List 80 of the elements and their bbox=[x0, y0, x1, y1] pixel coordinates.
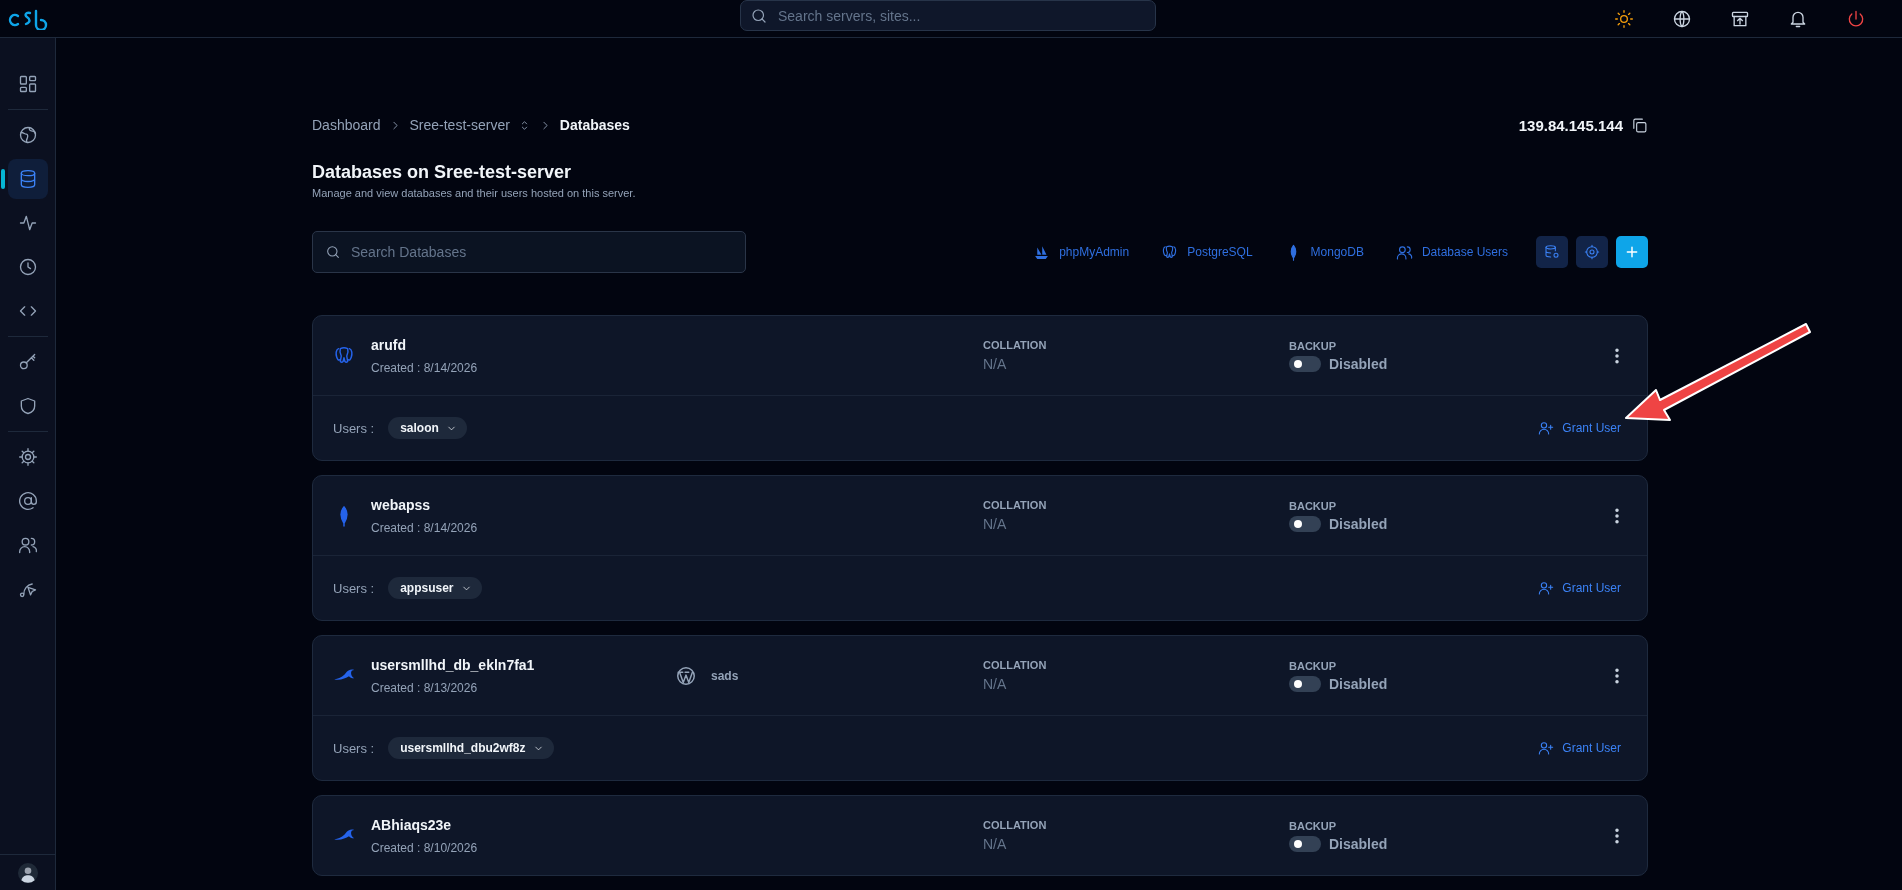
copy-icon[interactable] bbox=[1631, 116, 1648, 134]
backup-status: Disabled bbox=[1329, 675, 1388, 692]
collation-value: N/A bbox=[983, 516, 1008, 532]
collation-label: COLLATION bbox=[983, 659, 1048, 671]
backup-toggle[interactable] bbox=[1289, 835, 1321, 852]
database-name: usersmllhd_db_ekln7fa1 bbox=[371, 656, 535, 673]
sun-icon[interactable] bbox=[1614, 8, 1634, 29]
tool-link[interactable]: Database Users bbox=[1395, 243, 1508, 261]
database-gear-icon bbox=[1544, 244, 1560, 260]
collation-value: N/A bbox=[983, 836, 1008, 852]
users-icon bbox=[1395, 243, 1413, 261]
database-name: webapss bbox=[371, 496, 432, 513]
created-date: Created : 8/13/2026 bbox=[371, 680, 479, 695]
backup-label: BACKUP bbox=[1289, 339, 1338, 352]
tool-link[interactable]: MongoDB bbox=[1284, 243, 1364, 261]
user-dropdown[interactable]: saloon bbox=[388, 417, 467, 439]
dashboard-icon bbox=[17, 74, 38, 94]
site-name: sads bbox=[711, 668, 739, 683]
backup-status: Disabled bbox=[1329, 835, 1388, 852]
avatar[interactable] bbox=[17, 863, 38, 883]
search-field[interactable]: Search servers, sites... bbox=[740, 0, 1156, 31]
backup-label: BACKUP bbox=[1289, 659, 1338, 672]
users-label: Users : bbox=[333, 740, 375, 756]
search-field[interactable]: Search Databases bbox=[312, 231, 746, 273]
page-title: Databases on Sree-test-server bbox=[312, 162, 573, 183]
backup-status: Disabled bbox=[1329, 355, 1388, 372]
wordpress-icon bbox=[675, 664, 697, 687]
user-dropdown[interactable]: appsuser bbox=[388, 577, 482, 599]
created-date: Created : 8/14/2026 bbox=[371, 360, 478, 375]
add-button[interactable] bbox=[1616, 236, 1648, 268]
activity-icon bbox=[17, 213, 38, 233]
collation-label: COLLATION bbox=[983, 339, 1048, 351]
collation-value: N/A bbox=[983, 676, 1008, 692]
key-icon bbox=[17, 352, 38, 372]
collation-value: N/A bbox=[983, 356, 1008, 372]
power-icon[interactable] bbox=[1846, 8, 1866, 29]
backup-label: BACKUP bbox=[1289, 819, 1338, 832]
ip-address: 139.84.145.144 bbox=[1518, 116, 1623, 134]
backup-toggle[interactable] bbox=[1289, 515, 1321, 532]
grant-user-link[interactable]: Grant User bbox=[1538, 420, 1621, 436]
settings-icon bbox=[1584, 244, 1600, 260]
user-dropdown[interactable]: usersmllhd_dbu2wf8z bbox=[388, 737, 554, 759]
elephant-icon bbox=[1161, 243, 1179, 261]
database-name: arufd bbox=[371, 336, 407, 353]
user-plus-icon bbox=[1538, 580, 1555, 596]
globe-icon[interactable] bbox=[1672, 8, 1692, 29]
backup-toggle[interactable] bbox=[1289, 675, 1321, 692]
users-label: Users : bbox=[333, 420, 375, 436]
search-icon bbox=[750, 6, 768, 25]
database-settings-button[interactable] bbox=[1536, 236, 1568, 268]
user-plus-icon bbox=[1538, 740, 1555, 756]
globe-icon bbox=[17, 125, 38, 145]
search-input[interactable]: Search Databases bbox=[349, 243, 733, 261]
created-date: Created : 8/10/2026 bbox=[371, 840, 478, 855]
tool-link[interactable]: phpMyAdmin bbox=[1033, 243, 1130, 261]
users-label: Users : bbox=[333, 580, 375, 596]
breadcrumb-link[interactable]: Sree-test-server bbox=[409, 117, 510, 133]
search-input[interactable]: Search servers, sites... bbox=[776, 6, 1146, 25]
search-icon bbox=[325, 244, 341, 260]
database-name: ABhiaqs23e bbox=[371, 816, 453, 833]
gear-icon bbox=[17, 447, 38, 467]
breadcrumb-current: Databases bbox=[559, 117, 630, 133]
clock-icon bbox=[17, 257, 38, 277]
users-icon bbox=[17, 535, 38, 555]
created-date: Created : 8/14/2026 bbox=[371, 520, 478, 535]
plus-icon bbox=[1624, 244, 1640, 260]
backup-label: BACKUP bbox=[1289, 499, 1338, 512]
collation-label: COLLATION bbox=[983, 819, 1048, 831]
at-sign-icon bbox=[17, 491, 38, 511]
settings-button[interactable] bbox=[1576, 236, 1608, 268]
breadcrumb-link[interactable]: Dashboard bbox=[312, 117, 381, 133]
logo-icon[interactable] bbox=[8, 7, 48, 30]
tool-link[interactable]: PostgreSQL bbox=[1161, 243, 1253, 261]
backup-status: Disabled bbox=[1329, 515, 1388, 532]
grant-user-link[interactable]: Grant User bbox=[1538, 580, 1621, 596]
page-subtitle: Manage and view databases and their users hosted on this server. bbox=[312, 187, 637, 199]
grant-user-link[interactable]: Grant User bbox=[1538, 740, 1621, 756]
user-plus-icon bbox=[1538, 420, 1555, 436]
collation-label: COLLATION bbox=[983, 499, 1048, 511]
backup-toggle[interactable] bbox=[1289, 355, 1321, 372]
